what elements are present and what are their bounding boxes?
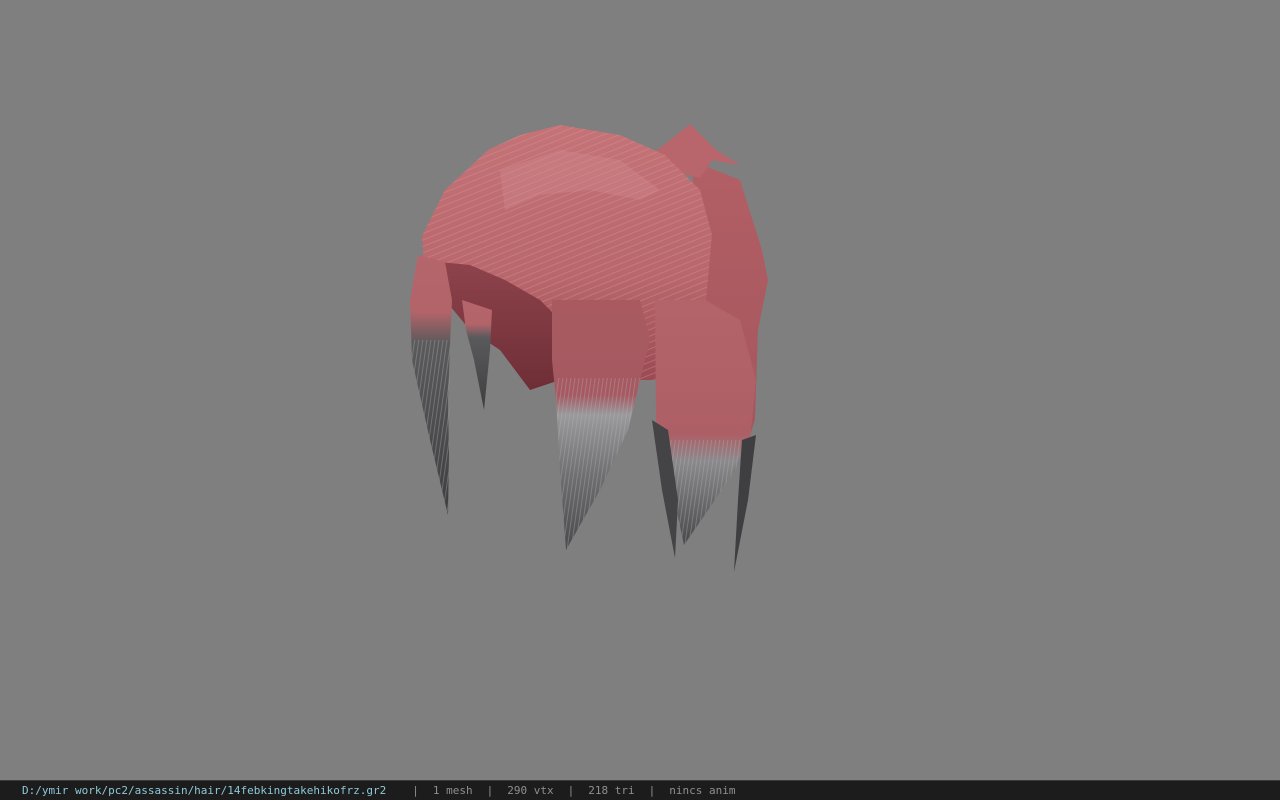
file-path: D:/ymir work/pc2/assassin/hair/14febking… xyxy=(22,784,387,797)
separator: | xyxy=(648,784,656,797)
status-bar: D:/ymir work/pc2/assassin/hair/14febking… xyxy=(0,780,1280,800)
separator: | xyxy=(567,784,575,797)
3d-viewport[interactable] xyxy=(0,0,1280,780)
triangle-count: 218 tri xyxy=(588,784,635,797)
separator: | xyxy=(412,784,419,797)
vertex-count: 290 vtx xyxy=(507,784,554,797)
separator: | xyxy=(486,784,494,797)
animation-status: nincs anim xyxy=(669,784,736,797)
hair-strand-small xyxy=(462,300,492,410)
mesh-count: 1 mesh xyxy=(432,784,473,797)
hair-model[interactable] xyxy=(0,0,1280,780)
